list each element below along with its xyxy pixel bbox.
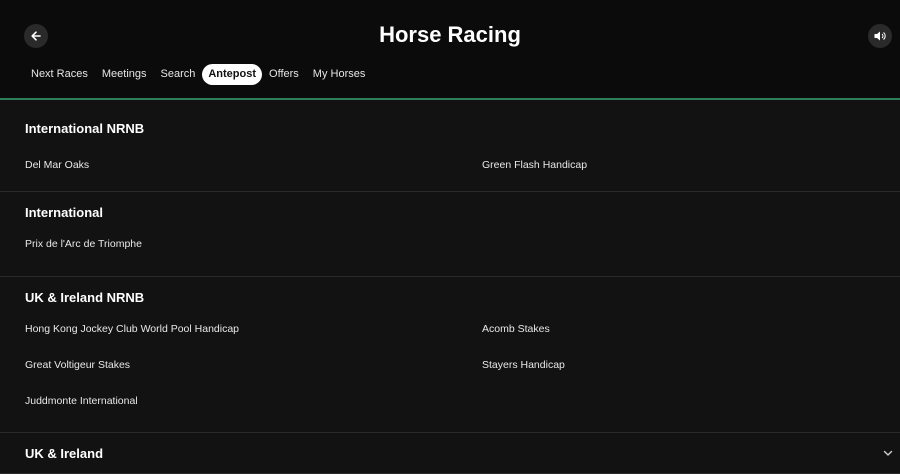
race-link[interactable]: Prix de l'Arc de Triomphe <box>25 236 482 272</box>
section-title: UK & Ireland NRNB <box>25 290 145 305</box>
race-link[interactable]: Hong Kong Jockey Club World Pool Handica… <box>25 321 482 357</box>
section-uk-ireland-nrnb: UK & Ireland NRNB Hong Kong Jockey Club … <box>0 277 900 433</box>
tab-next-races[interactable]: Next Races <box>24 64 95 85</box>
race-link[interactable]: Stayers Handicap <box>482 357 900 393</box>
race-link[interactable]: Green Flash Handicap <box>482 157 900 193</box>
section-uk-ireland[interactable]: UK & Ireland <box>0 433 900 474</box>
tab-meetings[interactable]: Meetings <box>95 64 154 85</box>
tab-search[interactable]: Search <box>154 64 203 85</box>
chevron-down-icon[interactable] <box>882 447 894 459</box>
section-international: International Prix de l'Arc de Triomphe <box>0 192 900 277</box>
section-title: UK & Ireland <box>25 446 104 461</box>
tab-offers[interactable]: Offers <box>262 64 306 85</box>
race-link[interactable]: Del Mar Oaks <box>25 157 482 193</box>
speaker-icon <box>874 31 886 41</box>
section-international-nrnb: International NRNB Del Mar Oaks Green Fl… <box>0 100 900 192</box>
race-grid: Prix de l'Arc de Triomphe <box>0 234 900 276</box>
tab-antepost[interactable]: Antepost <box>202 64 263 85</box>
tab-my-horses[interactable]: My Horses <box>306 64 373 85</box>
section-title: International NRNB <box>25 121 145 136</box>
race-grid: Hong Kong Jockey Club World Pool Handica… <box>0 319 900 433</box>
race-grid: Del Mar Oaks Green Flash Handicap <box>0 157 900 197</box>
race-link[interactable]: Juddmonte International <box>25 393 482 429</box>
race-link[interactable]: Acomb Stakes <box>482 321 900 357</box>
tab-bar: Next Races Meetings Search Antepost Offe… <box>24 64 372 85</box>
race-link[interactable]: Great Voltigeur Stakes <box>25 357 482 393</box>
sound-button[interactable] <box>868 24 892 48</box>
page-header: Horse Racing Next Races Meetings Search … <box>0 0 900 100</box>
section-title: International <box>25 205 104 220</box>
page-title: Horse Racing <box>379 22 521 47</box>
antepost-list: International NRNB Del Mar Oaks Green Fl… <box>0 100 900 474</box>
